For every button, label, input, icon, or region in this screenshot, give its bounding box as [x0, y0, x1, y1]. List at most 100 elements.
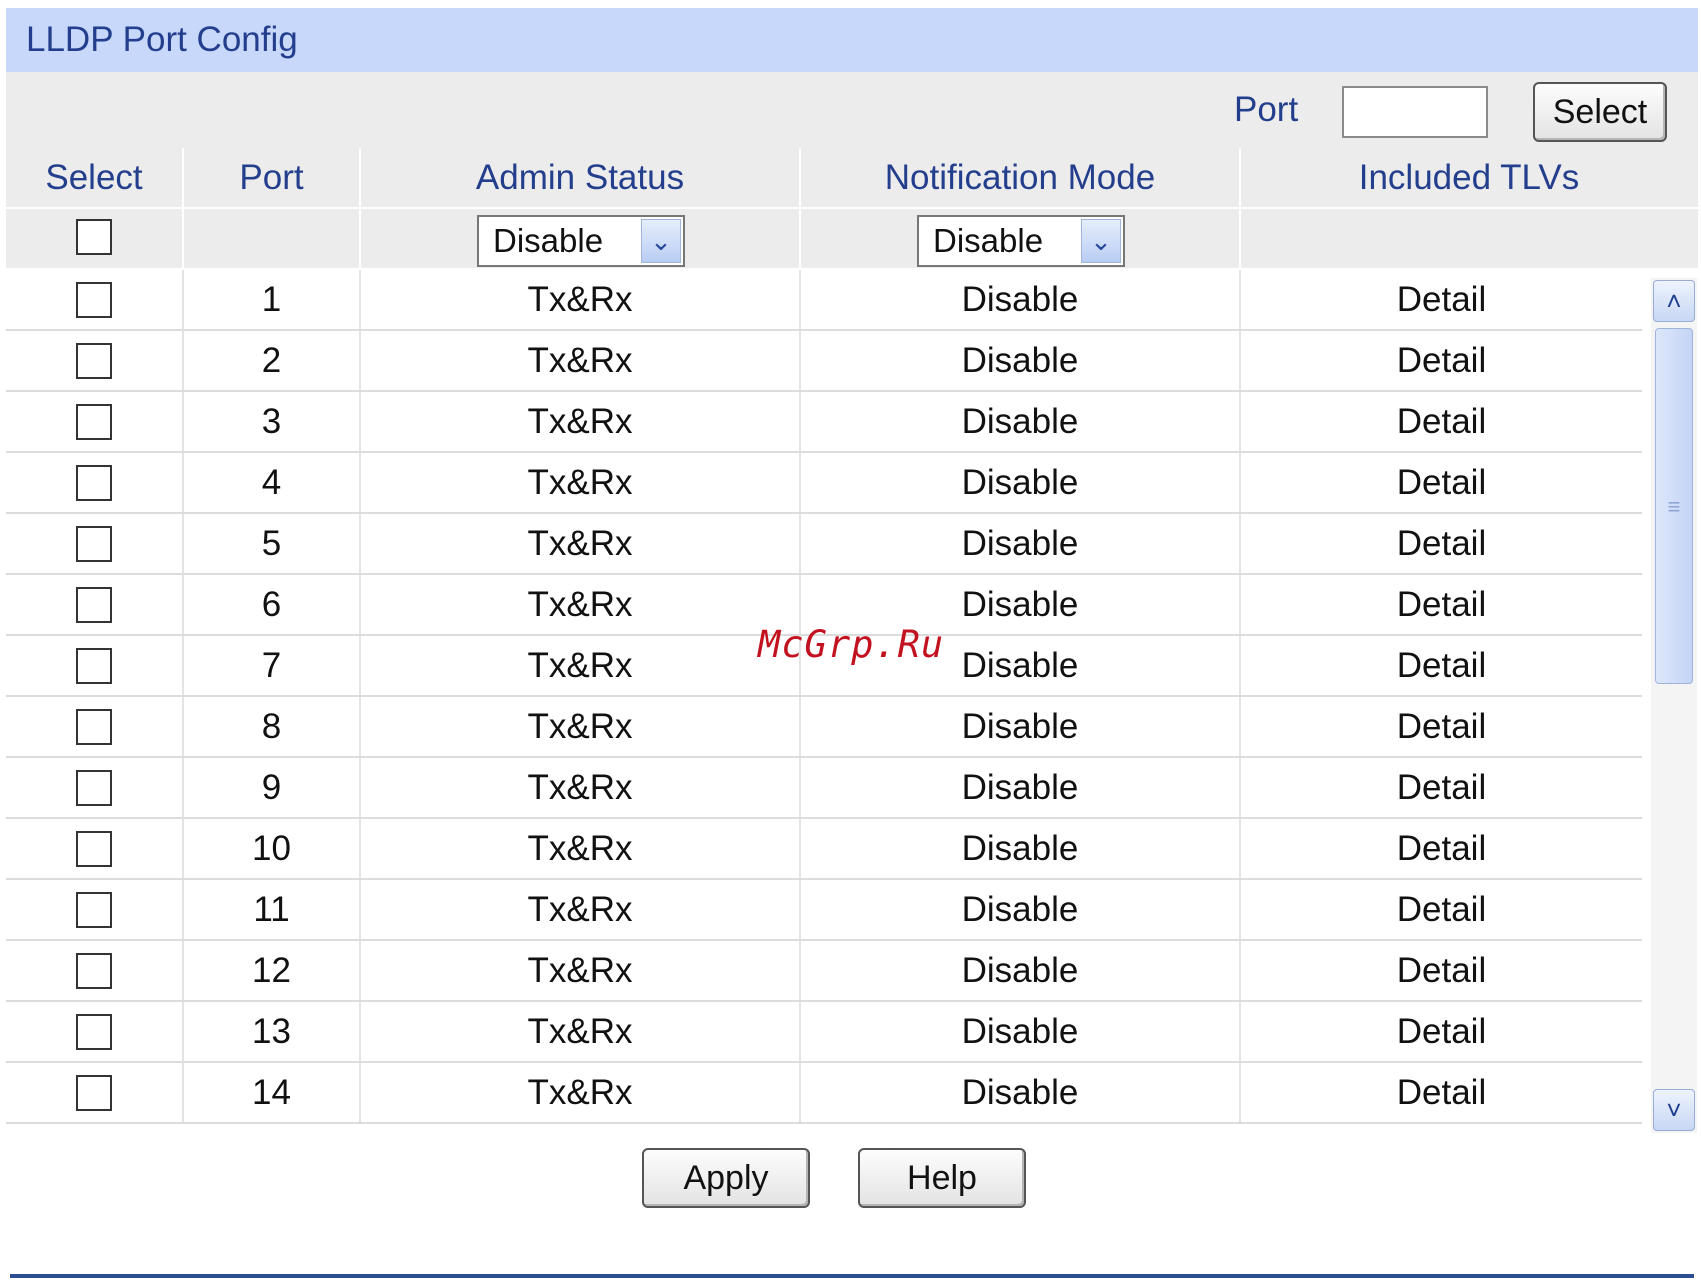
- table-row: 8 Tx&Rx Disable Detail: [6, 697, 1642, 758]
- notification-mode-value: Disable: [801, 392, 1241, 451]
- detail-link[interactable]: Detail: [1241, 758, 1642, 817]
- detail-link[interactable]: Detail: [1241, 514, 1642, 573]
- port-select-button[interactable]: Select: [1533, 82, 1667, 142]
- help-button[interactable]: Help: [858, 1148, 1026, 1208]
- row-checkbox[interactable]: [76, 1074, 112, 1111]
- table-row: 2 Tx&Rx Disable Detail: [6, 331, 1642, 392]
- table-row: 1 Tx&Rx Disable Detail: [6, 270, 1642, 331]
- port-number: 11: [184, 880, 361, 939]
- admin-status-value: Tx&Rx: [361, 758, 801, 817]
- port-number: 14: [184, 1063, 361, 1122]
- row-checkbox[interactable]: [76, 586, 112, 623]
- scrollbar-thumb[interactable]: ≡: [1655, 328, 1693, 684]
- lldp-port-config-panel: LLDP Port Config Port Select Select Port…: [6, 8, 1698, 1133]
- chevron-down-icon[interactable]: ⌄: [1081, 219, 1121, 263]
- table-row: 14 Tx&Rx Disable Detail: [6, 1063, 1642, 1124]
- detail-link[interactable]: Detail: [1241, 697, 1642, 756]
- port-number: 4: [184, 453, 361, 512]
- table-row: 13 Tx&Rx Disable Detail: [6, 1002, 1642, 1063]
- detail-link[interactable]: Detail: [1241, 331, 1642, 390]
- apply-button[interactable]: Apply: [642, 1148, 810, 1208]
- detail-link[interactable]: Detail: [1241, 392, 1642, 451]
- port-number: 1: [184, 270, 361, 329]
- row-checkbox[interactable]: [76, 952, 112, 989]
- admin-status-value: Tx&Rx: [361, 819, 801, 878]
- detail-link[interactable]: Detail: [1241, 575, 1642, 634]
- port-number: 9: [184, 758, 361, 817]
- table-header-row: Select Port Admin Status Notification Mo…: [6, 148, 1698, 209]
- table-row: 10 Tx&Rx Disable Detail: [6, 819, 1642, 880]
- row-checkbox[interactable]: [76, 647, 112, 684]
- watermark: McGrp.Ru: [758, 623, 945, 666]
- port-number: 7: [184, 636, 361, 695]
- notification-mode-value: Disable: [801, 331, 1241, 390]
- panel-title: LLDP Port Config: [6, 8, 1698, 72]
- row-checkbox[interactable]: [76, 708, 112, 745]
- detail-link[interactable]: Detail: [1241, 1063, 1642, 1122]
- row-checkbox[interactable]: [76, 830, 112, 867]
- chevron-down-icon[interactable]: ˅: [1653, 1089, 1695, 1131]
- admin-status-value: Tx&Rx: [361, 392, 801, 451]
- table-row: 9 Tx&Rx Disable Detail: [6, 758, 1642, 819]
- admin-status-value: Tx&Rx: [361, 1002, 801, 1061]
- header-port: Port: [184, 148, 361, 207]
- row-checkbox[interactable]: [76, 403, 112, 440]
- port-search-input[interactable]: [1342, 86, 1488, 138]
- admin-status-select[interactable]: Disable ⌄: [477, 215, 685, 267]
- detail-link[interactable]: Detail: [1241, 819, 1642, 878]
- footer-divider: [10, 1274, 1694, 1278]
- header-notification-mode: Notification Mode: [801, 148, 1241, 207]
- detail-link[interactable]: Detail: [1241, 270, 1642, 329]
- admin-status-value: Tx&Rx: [361, 575, 801, 634]
- port-number: 8: [184, 697, 361, 756]
- detail-link[interactable]: Detail: [1241, 941, 1642, 1000]
- notification-mode-value: Disable: [801, 514, 1241, 573]
- table-row: 5 Tx&Rx Disable Detail: [6, 514, 1642, 575]
- port-search-row: Port Select: [6, 72, 1698, 148]
- port-number: 13: [184, 1002, 361, 1061]
- port-number: 2: [184, 331, 361, 390]
- detail-link[interactable]: Detail: [1241, 1002, 1642, 1061]
- admin-status-select-value: Disable: [493, 222, 604, 259]
- table-row: 12 Tx&Rx Disable Detail: [6, 941, 1642, 1002]
- table-scrollbar[interactable]: ˄ ≡ ˅: [1651, 278, 1697, 1133]
- row-checkbox[interactable]: [76, 525, 112, 562]
- notification-mode-select-value: Disable: [933, 222, 1044, 259]
- admin-status-value: Tx&Rx: [361, 880, 801, 939]
- chevron-down-icon[interactable]: ⌄: [641, 219, 681, 263]
- header-select: Select: [6, 148, 184, 207]
- notification-mode-value: Disable: [801, 819, 1241, 878]
- notification-mode-value: Disable: [801, 697, 1241, 756]
- bulk-edit-row: Disable ⌄ Disable ⌄: [6, 209, 1698, 270]
- admin-status-value: Tx&Rx: [361, 941, 801, 1000]
- row-checkbox[interactable]: [76, 891, 112, 928]
- select-all-checkbox[interactable]: [76, 218, 112, 255]
- notification-mode-value: Disable: [801, 453, 1241, 512]
- chevron-up-icon[interactable]: ˄: [1653, 280, 1695, 322]
- row-checkbox[interactable]: [76, 281, 112, 318]
- admin-status-value: Tx&Rx: [361, 636, 801, 695]
- detail-link[interactable]: Detail: [1241, 453, 1642, 512]
- header-included-tlvs: Included TLVs: [1358, 158, 1580, 197]
- port-number: 12: [184, 941, 361, 1000]
- table-row: 11 Tx&Rx Disable Detail: [6, 880, 1642, 941]
- row-checkbox[interactable]: [76, 769, 112, 806]
- notification-mode-select[interactable]: Disable ⌄: [917, 215, 1125, 267]
- port-search-label: Port: [1234, 90, 1299, 129]
- notification-mode-value: Disable: [801, 941, 1241, 1000]
- row-checkbox[interactable]: [76, 1013, 112, 1050]
- detail-link[interactable]: Detail: [1241, 880, 1642, 939]
- port-number: 10: [184, 819, 361, 878]
- header-admin-status: Admin Status: [361, 148, 801, 207]
- admin-status-value: Tx&Rx: [361, 270, 801, 329]
- detail-link[interactable]: Detail: [1241, 636, 1642, 695]
- port-number: 3: [184, 392, 361, 451]
- row-checkbox[interactable]: [76, 342, 112, 379]
- notification-mode-value: Disable: [801, 880, 1241, 939]
- row-checkbox[interactable]: [76, 464, 112, 501]
- notification-mode-value: Disable: [801, 1002, 1241, 1061]
- admin-status-value: Tx&Rx: [361, 1063, 801, 1122]
- admin-status-value: Tx&Rx: [361, 331, 801, 390]
- port-number: 5: [184, 514, 361, 573]
- notification-mode-value: Disable: [801, 270, 1241, 329]
